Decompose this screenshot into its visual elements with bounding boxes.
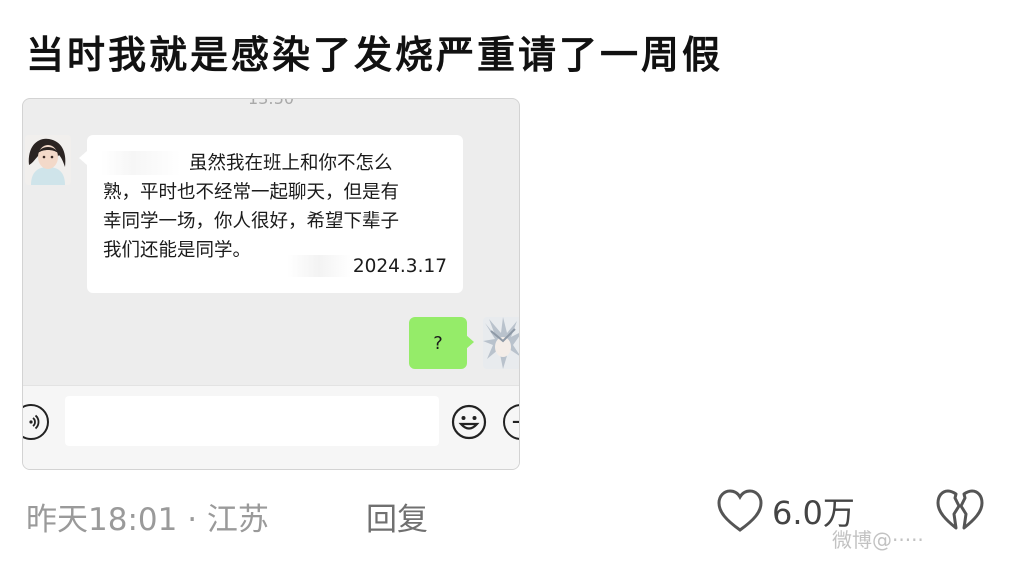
dislike-button[interactable] xyxy=(934,488,986,540)
chat-time: 13:50 xyxy=(247,98,295,108)
broken-heart-icon xyxy=(936,489,984,530)
sender-avatar xyxy=(25,135,71,185)
received-message-bubble[interactable]: 虽然我在班上和你不怎么 熟，平时也不经常一起聊天，但是有 幸同学一场，你人很好，… xyxy=(79,135,463,293)
heart-icon xyxy=(717,489,763,532)
emoji-button[interactable] xyxy=(451,404,487,440)
user-avatar xyxy=(483,317,519,369)
signature-date: 2024.3.17 xyxy=(352,255,447,277)
reply-button[interactable]: 回复 xyxy=(366,494,428,539)
sent-message-text: ? xyxy=(433,332,443,354)
comment-text: 当时我就是感染了发烧严重请了一周假 xyxy=(26,32,724,77)
message-input[interactable] xyxy=(65,396,439,446)
emoji-icon xyxy=(451,404,487,440)
more-options-button[interactable]: + xyxy=(503,404,519,440)
signature-row: 2024.3.17 xyxy=(286,255,447,277)
chat-input-bar: + xyxy=(23,385,519,469)
redacted-signature xyxy=(286,255,351,277)
voice-input-button[interactable] xyxy=(23,404,49,440)
voice-icon xyxy=(29,414,40,430)
chat-screenshot[interactable]: 13:50 虽然我在班上和你不怎么 熟，平时也不经常一起聊天，但是有 幸同学一场… xyxy=(22,98,520,470)
redacted-name xyxy=(101,151,181,175)
watermark: 微博@····· xyxy=(832,528,924,552)
comment-timestamp: 昨天18:01 · 江苏 xyxy=(26,502,269,538)
sent-message-bubble[interactable]: ? xyxy=(409,317,474,369)
plus-icon: + xyxy=(510,409,519,435)
